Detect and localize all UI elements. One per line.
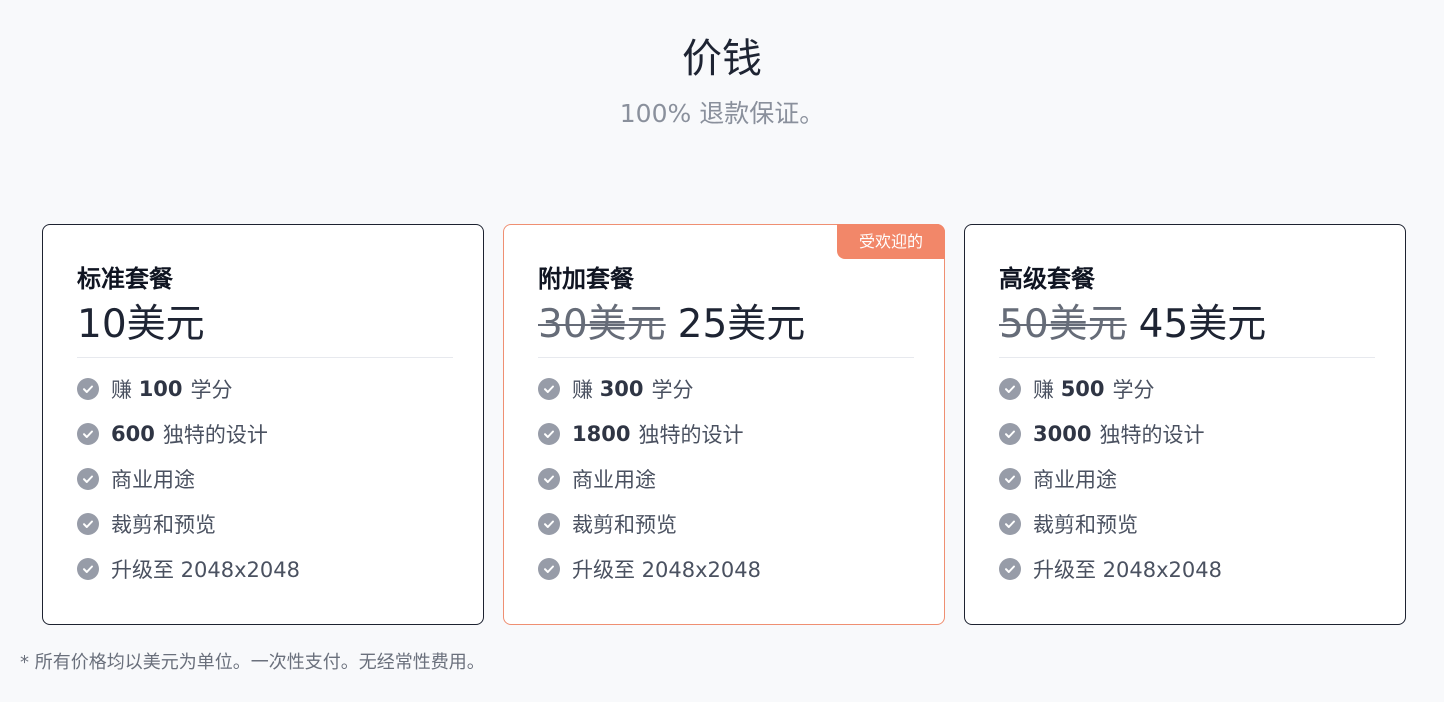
feature-list: 赚 100 学分 600 独特的设计 商业用途 裁剪和预览 升级至 2048x204… <box>77 367 300 591</box>
feature-value: 100 <box>138 377 183 402</box>
feature-text: 升级至 2048x2048 <box>111 557 300 582</box>
feature-item: 1800 独特的设计 <box>538 412 761 457</box>
check-circle-icon <box>77 512 99 535</box>
feature-item: 3000 独特的设计 <box>999 412 1222 457</box>
check-circle-icon <box>999 423 1021 446</box>
feature-text: 商业用途 <box>572 467 656 492</box>
check-circle-icon <box>77 557 99 580</box>
check-circle-icon <box>538 557 560 580</box>
check-circle-icon <box>999 557 1021 580</box>
plan-name: 高级套餐 <box>999 265 1095 293</box>
check-circle-icon <box>999 512 1021 535</box>
feature-text: 升级至 2048x2048 <box>1033 557 1222 582</box>
current-price: 10美元 <box>77 302 205 347</box>
feature-value: 1800 <box>572 422 631 447</box>
check-circle-icon <box>77 423 99 446</box>
feature-value: 500 <box>1060 377 1105 402</box>
feature-suffix: 独特的设计 <box>162 423 268 448</box>
original-price: 50美元 <box>999 302 1127 347</box>
feature-text: 裁剪和预览 <box>111 512 216 537</box>
feature-text: 商业用途 <box>111 467 195 492</box>
feature-prefix: 赚 <box>572 378 593 403</box>
check-circle-icon <box>77 467 99 490</box>
check-circle-icon <box>999 378 1021 401</box>
current-price: 45美元 <box>1138 302 1267 347</box>
feature-suffix: 学分 <box>651 378 694 403</box>
feature-prefix: 赚 <box>111 378 132 403</box>
plan-price-row: 50美元 45美元 <box>999 301 1266 349</box>
original-price: 30美元 <box>538 302 666 347</box>
page-title: 价钱 <box>682 36 762 82</box>
feature-text: 裁剪和预览 <box>1033 512 1138 537</box>
card-divider <box>999 357 1375 358</box>
feature-list: 赚 500 学分 3000 独特的设计 商业用途 裁剪和预览 升级至 2048x20… <box>999 367 1222 591</box>
check-circle-icon <box>77 378 99 401</box>
popular-badge: 受欢迎的 <box>837 224 945 259</box>
feature-suffix: 学分 <box>190 378 233 403</box>
pricing-footnote: * 所有价格均以美元为单位。一次性支付。无经常性费用。 <box>20 652 485 673</box>
feature-item: 商业用途 <box>77 457 300 502</box>
feature-item: 赚 500 学分 <box>999 367 1222 412</box>
feature-text: 裁剪和预览 <box>572 512 677 537</box>
feature-text: 升级至 2048x2048 <box>572 557 761 582</box>
feature-item: 600 独特的设计 <box>77 412 300 457</box>
current-price: 25美元 <box>677 302 806 347</box>
page-subtitle: 100% 退款保证。 <box>619 99 825 128</box>
feature-value: 3000 <box>1033 422 1092 447</box>
feature-value: 300 <box>599 377 644 402</box>
check-circle-icon <box>538 512 560 535</box>
check-circle-icon <box>538 423 560 446</box>
feature-suffix: 学分 <box>1112 378 1155 403</box>
card-divider <box>77 357 453 358</box>
feature-item: 裁剪和预览 <box>999 501 1222 546</box>
feature-item: 升级至 2048x2048 <box>77 546 300 591</box>
pricing-card-standard[interactable]: 标准套餐 10美元 赚 100 学分 600 独特的设计 商业用途 裁剪和预览 升级… <box>42 224 484 625</box>
feature-item: 升级至 2048x2048 <box>999 546 1222 591</box>
plan-name: 附加套餐 <box>538 265 634 293</box>
feature-list: 赚 300 学分 1800 独特的设计 商业用途 裁剪和预览 升级至 2048x20… <box>538 367 761 591</box>
feature-value: 600 <box>111 422 155 447</box>
feature-item: 赚 100 学分 <box>77 367 300 412</box>
pricing-card-premium[interactable]: 高级套餐 50美元 45美元 赚 500 学分 3000 独特的设计 商业用途 裁剪和… <box>964 224 1406 625</box>
feature-suffix: 独特的设计 <box>1099 423 1205 448</box>
plan-name: 标准套餐 <box>77 265 173 293</box>
feature-item: 升级至 2048x2048 <box>538 546 761 591</box>
plan-price-row: 10美元 <box>77 301 205 349</box>
check-circle-icon <box>538 378 560 401</box>
feature-item: 裁剪和预览 <box>538 501 761 546</box>
check-circle-icon <box>999 467 1021 490</box>
feature-item: 商业用途 <box>538 457 761 502</box>
card-divider <box>538 357 914 358</box>
feature-item: 商业用途 <box>999 457 1222 502</box>
plan-price-row: 30美元 25美元 <box>538 301 805 349</box>
pricing-card-plus[interactable]: 受欢迎的 附加套餐 30美元 25美元 赚 300 学分 1800 独特的设计 商业用… <box>503 224 945 625</box>
feature-suffix: 独特的设计 <box>638 423 744 448</box>
check-circle-icon <box>538 467 560 490</box>
feature-item: 赚 300 学分 <box>538 367 761 412</box>
feature-item: 裁剪和预览 <box>77 501 300 546</box>
feature-prefix: 赚 <box>1033 378 1054 403</box>
feature-text: 商业用途 <box>1033 467 1117 492</box>
